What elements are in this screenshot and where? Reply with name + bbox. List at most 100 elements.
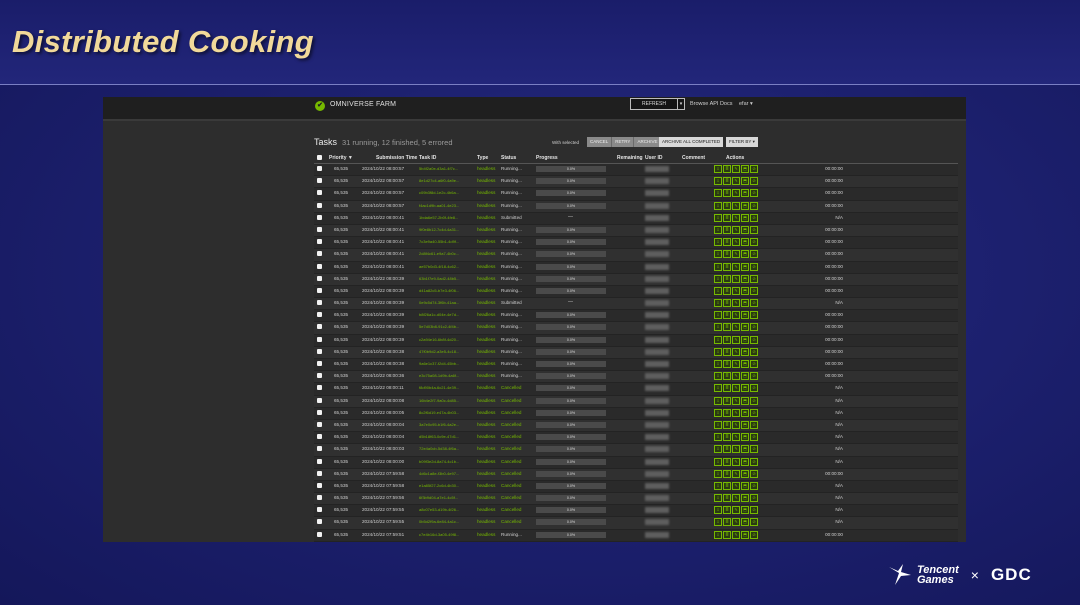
row-checkbox[interactable] [317,495,322,501]
archive-icon[interactable]: ⬒ [741,494,749,503]
table-row[interactable]: 65,535 2024/10/22 08:00:38 47f0b9d2-a3e5… [314,346,958,359]
cancel-icon[interactable]: ⊘ [750,286,758,295]
log-icon[interactable]: ≣ [723,347,731,356]
cancel-icon[interactable]: ⊘ [750,360,758,368]
table-row[interactable]: 65,535 2024/10/22 08:00:00 b09f3e2d-8a74… [314,456,958,469]
cancel-icon[interactable]: ⊘ [750,396,758,405]
row-checkbox[interactable] [317,287,322,293]
cancel-icon[interactable]: ⊘ [750,177,758,186]
table-row[interactable]: 65,535 2024/10/22 08:00:39 b8f26a1c-d04e… [314,310,958,323]
download-icon[interactable]: ⇩ [714,420,722,429]
cancel-icon[interactable]: ⊘ [750,213,758,222]
table-row[interactable]: 65,535 2024/10/22 07:59:58 4d6c1a8e-f3b0… [314,468,958,481]
col-comment[interactable]: Comment [682,155,705,161]
cancel-icon[interactable]: ⊘ [750,372,758,381]
download-icon[interactable]: ⇩ [714,433,722,442]
download-icon[interactable]: ⇩ [714,396,722,405]
col-remaining[interactable]: Remaining [617,155,643,161]
download-icon[interactable]: ⇩ [714,518,722,527]
download-icon[interactable]: ⇩ [714,506,722,515]
log-icon[interactable]: ≣ [723,299,731,308]
edit-icon[interactable]: ✎ [732,518,740,527]
filter-by-button[interactable]: FILTER BY ▾ [726,137,758,147]
task-id-cell[interactable]: 9f0e8b12-7c4d-4a31... [419,227,459,232]
cancel-icon[interactable]: ⊘ [750,225,758,234]
log-icon[interactable]: ≣ [723,177,731,186]
download-icon[interactable]: ⇩ [714,445,722,454]
cancel-icon[interactable]: ⊘ [750,201,758,210]
log-icon[interactable]: ≣ [723,225,731,234]
cancel-icon[interactable]: ⊘ [750,408,758,417]
task-id-cell[interactable]: 3a7e0c95-b1f6-4a2e... [419,422,459,427]
col-progress[interactable]: Progress [536,155,558,161]
select-all-checkbox[interactable] [317,155,322,160]
task-id-cell[interactable]: a8c07e53-d19b-4f26... [419,507,459,512]
log-icon[interactable]: ≣ [723,494,731,503]
task-id-cell[interactable]: 0e9c5d74-3f6b-41aa... [419,300,459,305]
row-checkbox[interactable] [317,263,322,269]
download-icon[interactable]: ⇩ [714,189,722,198]
archive-icon[interactable]: ⬒ [741,408,749,417]
table-row[interactable]: 65,535 2024/10/22 08:00:38 9a6e1c37-f2d4… [314,359,958,372]
cancel-icon[interactable]: ⊘ [750,238,758,247]
task-id-cell[interactable]: 9a6e1c37-f2d4-45bb... [419,361,459,366]
table-row[interactable]: 65,535 2024/10/22 07:59:58 e1a85f27-2c6d… [314,480,958,494]
archive-icon[interactable]: ⬒ [741,518,749,527]
cancel-icon[interactable]: ⊘ [750,445,758,454]
log-icon[interactable]: ≣ [723,506,731,515]
table-row[interactable]: 65,535 2024/10/22 08:00:41 2d8f4c61-e9a7… [314,249,958,262]
row-checkbox[interactable] [317,226,322,232]
edit-icon[interactable]: ✎ [732,238,740,247]
col-user-id[interactable]: User ID [645,155,663,161]
cancel-icon[interactable]: ⊘ [750,165,758,173]
table-row[interactable]: 65,535 2024/10/22 07:59:55 a8c07e53-d19b… [314,505,958,518]
table-row[interactable]: 65,535 2024/10/22 08:00:04 d5b18f63-0c9e… [314,432,958,445]
archive-icon[interactable]: ⬒ [741,165,749,173]
log-icon[interactable]: ≣ [723,165,731,173]
cancel-icon[interactable]: ⊘ [750,250,758,259]
col-priority[interactable]: Priority ▼ [329,155,353,161]
log-icon[interactable]: ≣ [723,408,731,417]
row-checkbox[interactable] [317,239,322,245]
download-icon[interactable]: ⇩ [714,165,722,173]
download-icon[interactable]: ⇩ [714,299,722,308]
task-id-cell[interactable]: b09f3e2d-8a74-4c1b... [419,459,459,464]
table-row[interactable]: 65,535 2024/10/22 08:00:41 7c3e9a40-55b1… [314,237,958,250]
table-row[interactable]: 65,535 2024/10/22 08:00:39 5e7d03b8-91c2… [314,322,958,335]
log-icon[interactable]: ≣ [723,433,731,442]
table-row[interactable]: 65,535 2024/10/22 08:00:57 f4ac1d9b-aa01… [314,200,958,213]
edit-icon[interactable]: ✎ [732,420,740,429]
task-id-cell[interactable]: 63b1f7e9-0ad2-48b5... [419,276,459,281]
log-icon[interactable]: ≣ [723,445,731,454]
table-row[interactable]: 65,535 2024/10/22 08:00:57 c09b3f8d-1e2c… [314,188,958,201]
edit-icon[interactable]: ✎ [732,201,740,210]
archive-icon[interactable]: ⬒ [741,213,749,222]
archive-icon[interactable]: ⬒ [741,360,749,368]
row-checkbox[interactable] [317,385,322,391]
archive-icon[interactable]: ⬒ [741,420,749,429]
edit-icon[interactable]: ✎ [732,469,740,478]
row-checkbox[interactable] [317,373,322,379]
log-icon[interactable]: ≣ [723,481,731,490]
log-icon[interactable]: ≣ [723,213,731,222]
archive-icon[interactable]: ⬒ [741,445,749,454]
download-icon[interactable]: ⇩ [714,250,722,259]
row-checkbox[interactable] [317,336,322,342]
row-checkbox[interactable] [317,361,322,366]
log-icon[interactable]: ≣ [723,311,731,320]
col-status[interactable]: Status [501,155,516,161]
cancel-icon[interactable]: ⊘ [750,335,758,344]
refresh-dropdown-button[interactable]: ▾ [677,98,685,110]
task-id-cell[interactable]: f8d90b4a-6c21-4e39... [419,385,459,390]
task-id-cell[interactable]: 72e4a0cb-5d38-4f6a... [419,446,459,451]
browse-api-docs-link[interactable]: Browse API Docs [690,101,733,107]
table-row[interactable]: 65,535 2024/10/22 08:00:39 0e9c5d74-3f6b… [314,298,958,311]
archive-icon[interactable]: ⬒ [741,274,749,283]
archive-icon[interactable]: ⬒ [741,225,749,234]
archive-icon[interactable]: ⬒ [741,457,749,466]
archive-icon[interactable]: ⬒ [741,335,749,344]
table-row[interactable]: 65,535 2024/10/22 08:00:04 3a7e0c95-b1f6… [314,419,958,433]
download-icon[interactable]: ⇩ [714,335,722,344]
edit-icon[interactable]: ✎ [732,457,740,466]
edit-icon[interactable]: ✎ [732,445,740,454]
